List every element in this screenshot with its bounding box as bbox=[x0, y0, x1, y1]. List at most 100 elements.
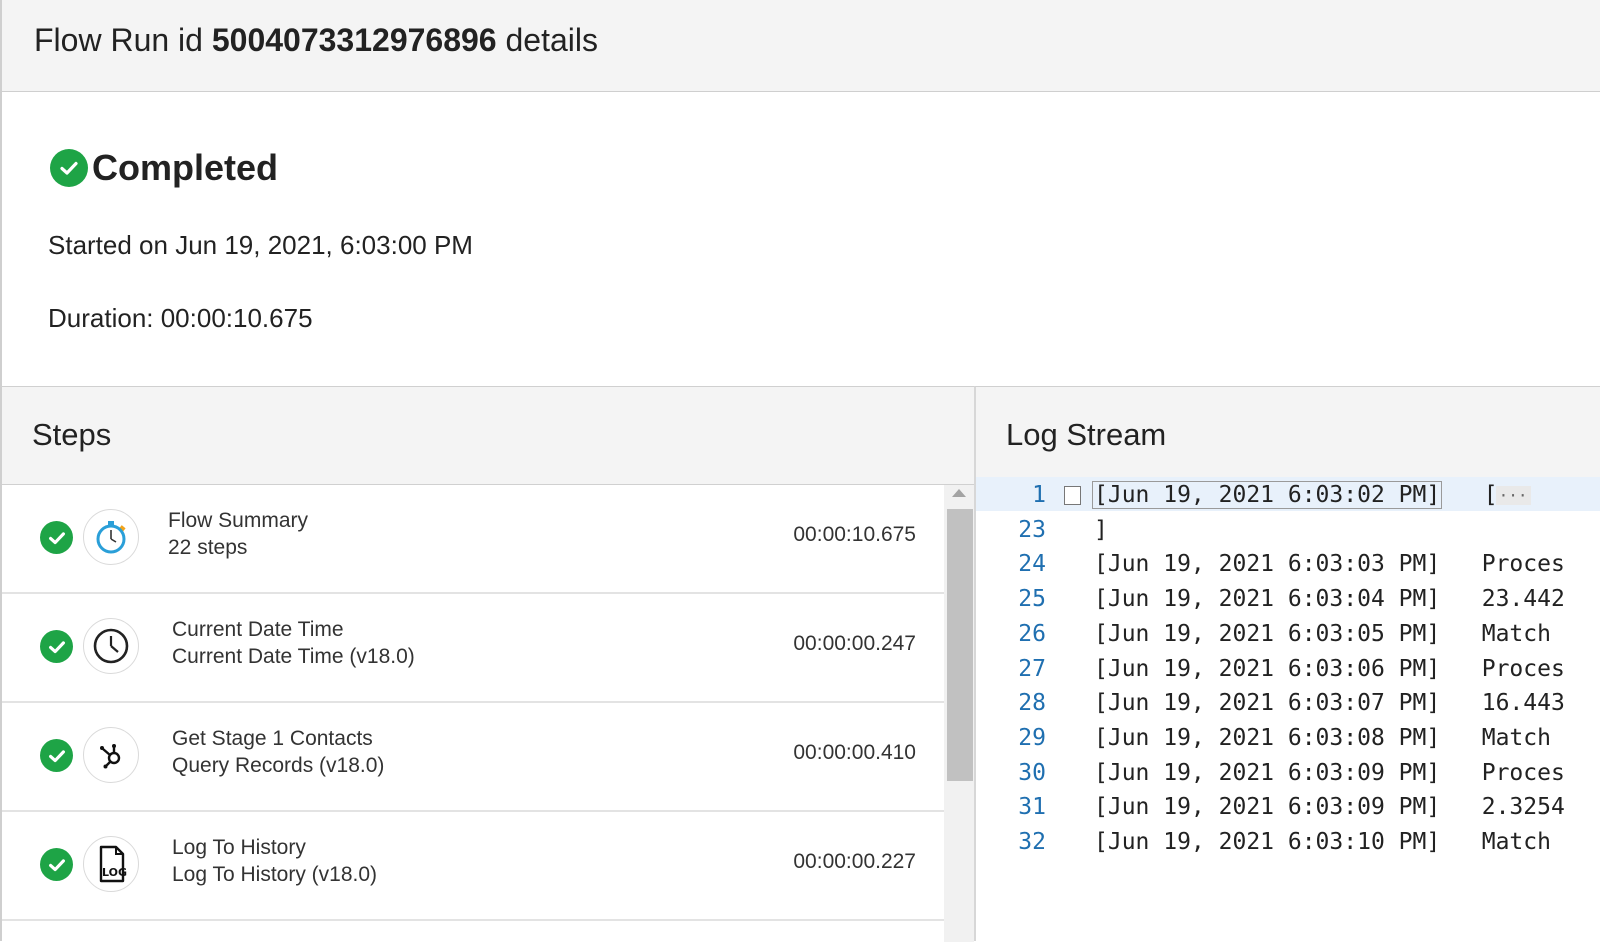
log-line[interactable]: 27 [Jun 19, 2021 6:03:06 PM] Proces bbox=[976, 651, 1600, 685]
check-circle-icon bbox=[40, 630, 73, 663]
log-line-text: [Jun 19, 2021 6:03:07 PM] 16.443 bbox=[1094, 690, 1565, 716]
log-stream-body[interactable]: 1 [Jun 19, 2021 6:03:02 PM] [··· 23 ] 24… bbox=[976, 477, 1600, 942]
log-message: Match bbox=[1481, 724, 1551, 751]
fold-toggle[interactable] bbox=[1064, 486, 1081, 505]
log-timestamp: [Jun 19, 2021 6:03:03 PM] bbox=[1094, 551, 1441, 578]
run-status-section: Completed Started on Jun 19, 2021, 6:03:… bbox=[0, 92, 1600, 386]
page-header: Flow Run id 5004073312976896 details bbox=[0, 0, 1600, 92]
log-line-text: [Jun 19, 2021 6:03:05 PM] Match bbox=[1094, 621, 1551, 647]
title-prefix: Flow Run id bbox=[34, 22, 203, 58]
log-message: Match bbox=[1481, 829, 1551, 855]
title-suffix: details bbox=[505, 22, 598, 58]
log-line[interactable]: 24 [Jun 19, 2021 6:03:03 PM] Proces bbox=[976, 546, 1600, 580]
log-stream-panel: Log Stream 1 [Jun 19, 2021 6:03:02 PM] [… bbox=[974, 386, 1600, 941]
line-number: 24 bbox=[1018, 551, 1046, 578]
line-number: 32 bbox=[1018, 829, 1046, 855]
status-label: Completed bbox=[92, 147, 279, 188]
log-line[interactable]: 26 [Jun 19, 2021 6:03:05 PM] Match bbox=[976, 616, 1600, 650]
log-message: Proces bbox=[1481, 655, 1565, 682]
status-row: Completed bbox=[50, 147, 278, 189]
log-file-icon: LOG bbox=[83, 836, 139, 892]
log-message: 2.3254 bbox=[1481, 794, 1565, 821]
log-line-text: [Jun 19, 2021 6:03:08 PM] Match bbox=[1094, 725, 1551, 751]
log-line-text: [Jun 19, 2021 6:03:03 PM] Proces bbox=[1094, 551, 1565, 577]
log-timestamp: [Jun 19, 2021 6:03:05 PM] bbox=[1094, 620, 1441, 647]
stopwatch-icon bbox=[83, 509, 139, 565]
steps-scrollbar[interactable] bbox=[944, 485, 974, 942]
step-title: Current Date Time bbox=[172, 618, 344, 641]
log-stream-title: Log Stream bbox=[1006, 417, 1167, 452]
step-title: Get Stage 1 Contacts bbox=[172, 727, 373, 750]
log-line-text: [Jun 19, 2021 6:03:10 PM] Match bbox=[1094, 829, 1551, 855]
log-timestamp: [Jun 19, 2021 6:03:10 PM] bbox=[1094, 829, 1441, 855]
log-line-text: [Jun 19, 2021 6:03:09 PM] 2.3254 bbox=[1094, 794, 1565, 820]
step-subtitle: Log To History (v18.0) bbox=[172, 863, 378, 886]
log-message: Match bbox=[1481, 620, 1551, 647]
step-title: Log To History bbox=[172, 836, 306, 859]
run-id: 5004073312976896 bbox=[211, 22, 497, 58]
log-message: Proces bbox=[1481, 551, 1565, 578]
log-timestamp: ] bbox=[1094, 516, 1108, 543]
line-number: 30 bbox=[1018, 759, 1046, 786]
steps-title: Steps bbox=[32, 417, 112, 452]
log-line[interactable]: 29 [Jun 19, 2021 6:03:08 PM] Match bbox=[976, 720, 1600, 754]
line-number: 27 bbox=[1018, 655, 1046, 682]
log-line-text: [Jun 19, 2021 6:03:09 PM] Proces bbox=[1094, 760, 1565, 786]
step-subtitle: 22 steps bbox=[168, 536, 248, 559]
step-duration: 00:00:00.247 bbox=[793, 632, 916, 655]
step-row[interactable]: Get Stage 1 Contacts Query Records (v18.… bbox=[2, 703, 944, 812]
line-number: 28 bbox=[1018, 690, 1046, 717]
log-line[interactable]: 28 [Jun 19, 2021 6:03:07 PM] 16.443 bbox=[976, 685, 1600, 719]
log-timestamp: [Jun 19, 2021 6:03:09 PM] bbox=[1094, 794, 1441, 821]
log-timestamp: [Jun 19, 2021 6:03:07 PM] bbox=[1094, 690, 1441, 717]
step-subtitle: Current Date Time (v18.0) bbox=[172, 645, 415, 668]
steps-header: Steps bbox=[2, 387, 974, 485]
steps-list: Flow Summary 22 steps 00:00:10.675 Curre… bbox=[2, 485, 944, 942]
step-duration: 00:00:10.675 bbox=[793, 523, 916, 546]
log-line-text: [Jun 19, 2021 6:03:04 PM] 23.442 bbox=[1094, 586, 1565, 612]
steps-panel: Steps Flow Summary 22 steps 00:00:10.675 bbox=[0, 386, 974, 942]
log-line[interactable]: 32 [Jun 19, 2021 6:03:10 PM] Match bbox=[976, 824, 1600, 858]
scroll-thumb[interactable] bbox=[947, 509, 973, 781]
log-timestamp: [Jun 19, 2021 6:03:08 PM] bbox=[1094, 724, 1441, 751]
svg-text:LOG: LOG bbox=[102, 866, 127, 879]
log-line-text: ] bbox=[1094, 517, 1108, 543]
log-line[interactable]: 30 [Jun 19, 2021 6:03:09 PM] Proces bbox=[976, 755, 1600, 789]
clock-icon bbox=[83, 618, 139, 674]
log-message: 16.443 bbox=[1481, 690, 1565, 717]
check-circle-icon bbox=[40, 739, 73, 772]
step-duration: 00:00:00.410 bbox=[793, 741, 916, 764]
log-line[interactable]: 25 [Jun 19, 2021 6:03:04 PM] 23.442 bbox=[976, 581, 1600, 615]
log-timestamp: [Jun 19, 2021 6:03:06 PM] bbox=[1094, 655, 1441, 682]
line-number: 23 bbox=[1018, 516, 1046, 543]
line-number: 31 bbox=[1018, 794, 1046, 821]
log-message: Proces bbox=[1481, 759, 1565, 786]
log-line[interactable]: 31 [Jun 19, 2021 6:03:09 PM] 2.3254 bbox=[976, 789, 1600, 823]
log-line-text: [Jun 19, 2021 6:03:06 PM] Proces bbox=[1094, 656, 1565, 682]
log-message: 23.442 bbox=[1481, 586, 1565, 613]
log-line[interactable]: 1 [Jun 19, 2021 6:03:02 PM] [··· bbox=[976, 477, 1600, 511]
duration-text: Duration: 00:00:10.675 bbox=[48, 303, 313, 333]
line-number: 25 bbox=[1018, 586, 1046, 613]
check-circle-icon bbox=[40, 521, 73, 554]
folded-ellipsis-icon[interactable]: ··· bbox=[1495, 486, 1531, 505]
scroll-up-arrow-icon[interactable] bbox=[952, 489, 966, 497]
step-duration: 00:00:00.227 bbox=[793, 850, 916, 873]
log-line-text: [Jun 19, 2021 6:03:02 PM] [··· bbox=[1092, 481, 1531, 509]
log-timestamp: [Jun 19, 2021 6:03:04 PM] bbox=[1094, 586, 1441, 613]
log-stream-header: Log Stream bbox=[976, 387, 1600, 477]
step-row[interactable]: Current Date Time Current Date Time (v18… bbox=[2, 594, 944, 703]
step-subtitle: Query Records (v18.0) bbox=[172, 754, 385, 777]
check-circle-icon bbox=[40, 848, 73, 881]
log-timestamp: [Jun 19, 2021 6:03:02 PM] bbox=[1092, 481, 1443, 509]
step-row[interactable]: LOG Log To History Log To History (v18.0… bbox=[2, 812, 944, 921]
step-row[interactable]: Flow Summary 22 steps 00:00:10.675 bbox=[2, 485, 944, 594]
log-timestamp: [Jun 19, 2021 6:03:09 PM] bbox=[1094, 759, 1441, 786]
line-number: 29 bbox=[1018, 724, 1046, 751]
hubspot-icon bbox=[83, 727, 139, 783]
step-title: Flow Summary bbox=[168, 509, 309, 532]
page-title: Flow Run id 5004073312976896 details bbox=[34, 22, 598, 59]
check-circle-icon bbox=[50, 149, 88, 187]
line-number: 26 bbox=[1018, 620, 1046, 647]
log-line[interactable]: 23 ] bbox=[976, 512, 1600, 546]
